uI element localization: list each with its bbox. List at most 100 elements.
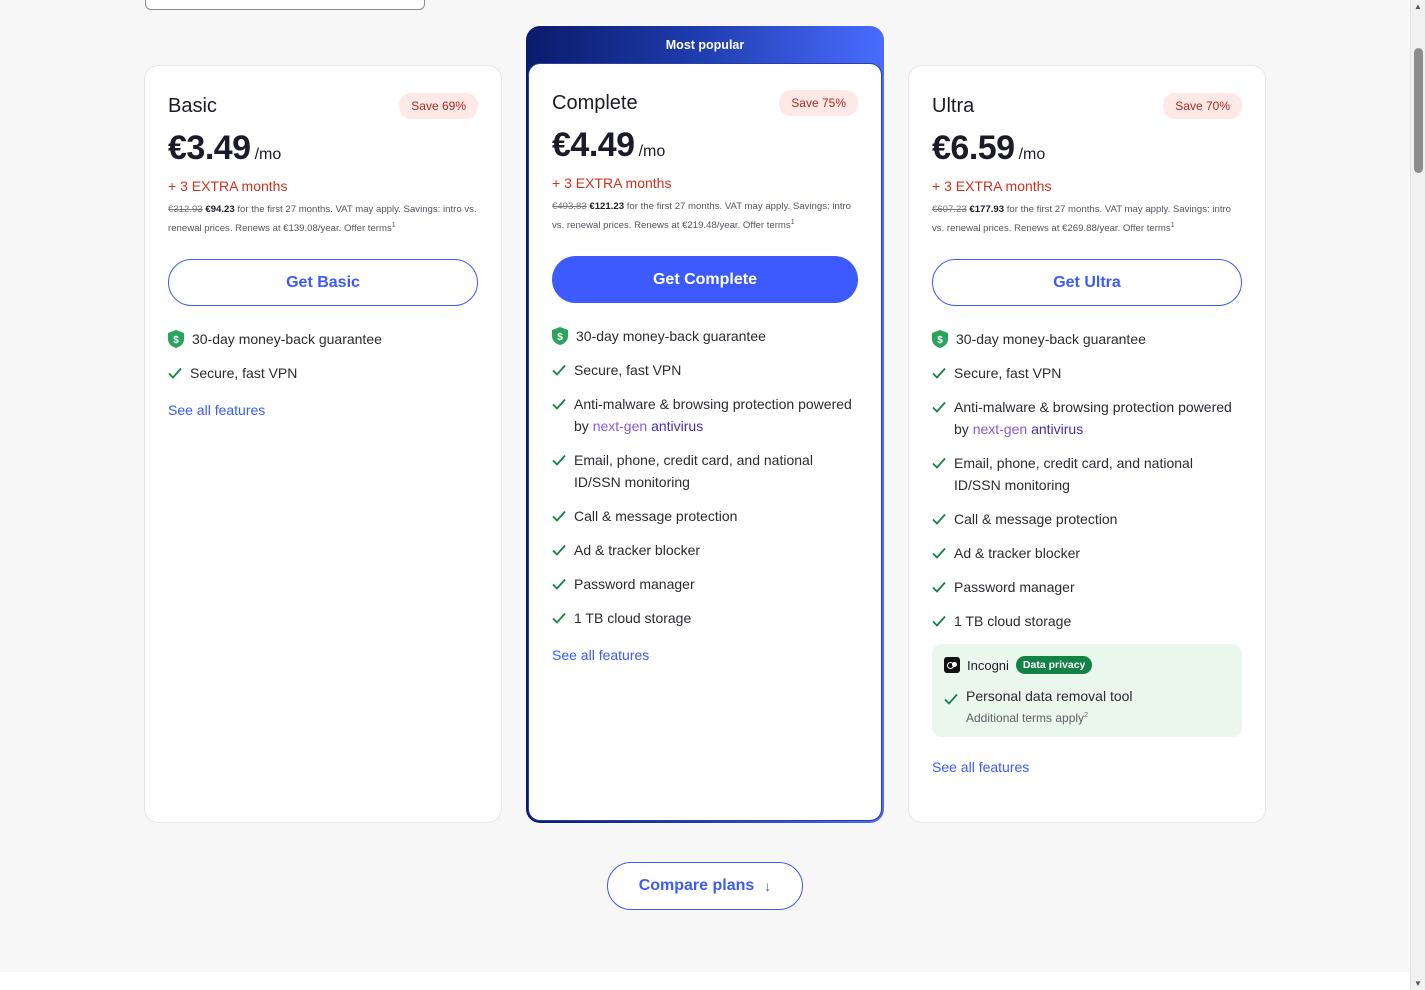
guarantee-label: 30-day money-back guarantee [576,328,766,345]
list-item: Anti-malware & browsing protection power… [552,393,858,437]
list-item: Ad & tracker blocker [932,542,1242,564]
check-icon [932,582,946,593]
check-icon [932,368,946,379]
feature-label: 1 TB cloud storage [574,610,692,627]
feature-label: Personal data removal tool [966,688,1133,705]
antivirus-text: antivirus [651,418,704,435]
price-amount: €4.49 [552,126,635,164]
scroll-thumb[interactable] [1414,48,1423,173]
guarantee: $ 30-day money-back guarantee [552,327,858,346]
scrollbar[interactable]: ▲ ▼ [1410,0,1425,990]
old-price: €607.23 [932,204,967,215]
check-icon [552,511,566,522]
check-icon [932,514,946,525]
search-input[interactable] [145,0,425,10]
feature-label: Email, phone, credit card, and national … [954,455,1193,494]
list-item: 1 TB cloud storage [552,607,858,629]
feature-label: Secure, fast VPN [574,362,682,379]
feature-list: Secure, fast VPN Anti-malware & browsing… [552,359,858,629]
check-icon [944,694,958,705]
list-item: Call & message protection [552,505,858,527]
check-icon [932,616,946,627]
incogni-brand: Incogni [967,657,1009,673]
get-ultra-button[interactable]: Get Ultra [932,259,1242,307]
incogni-feature: Personal data removal tool [944,688,1230,706]
svg-text:$: $ [173,335,179,346]
price: €3.49 /mo [168,129,478,168]
check-icon [552,365,566,376]
check-icon [552,545,566,556]
list-item: Password manager [552,573,858,595]
list-item: Secure, fast VPN [552,359,858,381]
terms-text: Additional terms apply [966,711,1085,726]
list-item: Email, phone, credit card, and national … [932,452,1242,496]
extra-months: + 3 EXTRA months [552,175,672,191]
next-gen-text: next-gen [972,421,1028,438]
check-icon [932,548,946,559]
guarantee-label: 30-day money-back guarantee [956,331,1146,348]
antivirus-text: antivirus [1031,421,1084,438]
plan-card-basic: Basic Save 69% €3.49 /mo + 3 EXTRA month… [144,65,502,823]
check-icon [932,458,946,469]
shield-icon: $ [552,327,568,346]
list-item: Anti-malware & browsing protection power… [932,396,1242,440]
footer-edge [0,972,1410,990]
save-badge: Save 75% [779,90,858,116]
check-icon [552,579,566,590]
fine-print: €312.93 €94.23 for the first 27 months. … [168,202,478,237]
feature-label: Email, phone, credit card, and national … [574,452,813,491]
scroll-up-icon[interactable]: ▲ [1414,2,1422,11]
fine-print: €493.83 €121.23 for the first 27 months.… [552,199,858,234]
feature-list: Secure, fast VPN Anti-malware & browsing… [932,362,1242,632]
plan-name: Ultra [932,94,975,117]
feature-label: Call & message protection [954,511,1118,528]
offer-terms-link[interactable]: 1 [392,222,396,229]
plan-card-ultra: Ultra Save 70% €6.59 /mo + 3 EXTRA month… [908,65,1266,823]
price: €6.59 /mo [932,129,1242,168]
offer-terms-link[interactable]: 1 [791,219,795,226]
old-price: €312.93 [168,204,203,215]
plan-card-complete: Most popular Complete Save 75% €4.49 /mo… [526,26,884,823]
price-amount: €3.49 [168,129,251,167]
feature-label: Ad & tracker blocker [574,542,701,559]
save-badge: Save 69% [399,93,478,119]
svg-text:$: $ [937,335,943,346]
data-privacy-badge: Data privacy [1015,656,1093,675]
price-period: /mo [1018,146,1046,163]
compare-plans-button[interactable]: Compare plans ↓ [607,862,803,910]
guarantee-label: 30-day money-back guarantee [192,331,382,348]
plan-name: Complete [552,91,638,114]
list-item: Secure, fast VPN [932,362,1242,384]
new-price: €177.93 [969,204,1005,215]
extra-months: + 3 EXTRA months [168,178,288,194]
see-all-features-link[interactable]: See all features [168,402,265,418]
plan-name: Basic [168,94,217,117]
feature-list: Secure, fast VPN [168,362,478,384]
feature-label: Anti-malware & browsing protection power… [574,393,858,437]
feature-label: Password manager [954,579,1075,596]
price-period: /mo [638,143,666,160]
new-price: €121.23 [589,201,625,212]
terms-footnote[interactable]: 2 [1084,712,1088,719]
feature-label: 1 TB cloud storage [954,613,1072,630]
scroll-down-icon[interactable]: ▼ [1414,979,1422,988]
incogni-header: Incogni Data privacy [944,656,1230,675]
feature-label: Secure, fast VPN [954,365,1062,382]
feature-label: Password manager [574,576,695,593]
feature-label: Call & message protection [574,508,738,525]
incogni-logo-icon [944,657,960,674]
feature-label: Ad & tracker blocker [954,545,1081,562]
get-basic-button[interactable]: Get Basic [168,259,478,307]
see-all-features-link[interactable]: See all features [932,759,1029,775]
list-item: 1 TB cloud storage [932,610,1242,632]
incogni-addon: Incogni Data privacy Personal data remov… [932,644,1242,738]
see-all-features-link[interactable]: See all features [552,647,649,663]
get-complete-button[interactable]: Get Complete [552,256,858,304]
list-item: Password manager [932,576,1242,598]
check-icon [552,613,566,624]
price-amount: €6.59 [932,129,1015,167]
guarantee: $ 30-day money-back guarantee [168,330,478,349]
offer-terms-link[interactable]: 1 [1171,222,1175,229]
check-icon [168,368,182,379]
old-price: €493.83 [552,201,587,212]
